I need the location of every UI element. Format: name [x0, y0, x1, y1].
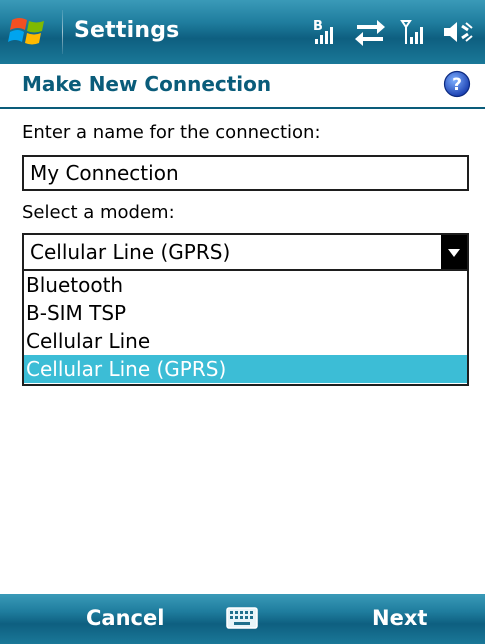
header-divider: [0, 107, 485, 109]
bluetooth-signal-icon[interactable]: B: [311, 17, 341, 47]
page-header: Make New Connection ?: [0, 64, 485, 106]
connection-name-input[interactable]: [22, 155, 469, 191]
data-transfer-icon[interactable]: [353, 17, 387, 47]
softkey-bar: Cancel Next: [0, 594, 485, 644]
modem-option[interactable]: Bluetooth: [24, 271, 467, 299]
modem-label: Select a modem:: [22, 202, 175, 223]
modem-select[interactable]: Cellular Line (GPRS): [22, 233, 469, 271]
phone-screen: Settings B Make New Connection ? Enter a…: [0, 0, 485, 644]
connection-name-label: Enter a name for the connection:: [22, 122, 321, 143]
modem-selected-value: Cellular Line (GPRS): [30, 240, 231, 264]
modem-dropdown-list: Bluetooth B-SIM TSP Cellular Line Cellul…: [22, 271, 469, 386]
next-button[interactable]: Next: [372, 606, 427, 630]
app-title: Settings: [74, 18, 180, 43]
cancel-button[interactable]: Cancel: [86, 606, 164, 630]
title-separator: [62, 10, 63, 54]
speaker-icon[interactable]: [441, 17, 475, 47]
keyboard-icon[interactable]: [226, 607, 258, 629]
status-icons: B: [311, 14, 475, 50]
svg-text:B: B: [313, 19, 323, 34]
help-icon[interactable]: ?: [443, 70, 471, 98]
chevron-down-icon[interactable]: [441, 235, 467, 269]
windows-start-icon[interactable]: [8, 14, 50, 50]
modem-option-selected[interactable]: Cellular Line (GPRS): [24, 355, 467, 383]
title-bar: Settings B: [0, 0, 485, 64]
page-title: Make New Connection: [22, 72, 272, 96]
svg-text:?: ?: [452, 75, 462, 95]
modem-option[interactable]: Cellular Line: [24, 327, 467, 355]
modem-option[interactable]: B-SIM TSP: [24, 299, 467, 327]
signal-strength-icon[interactable]: [399, 17, 429, 47]
